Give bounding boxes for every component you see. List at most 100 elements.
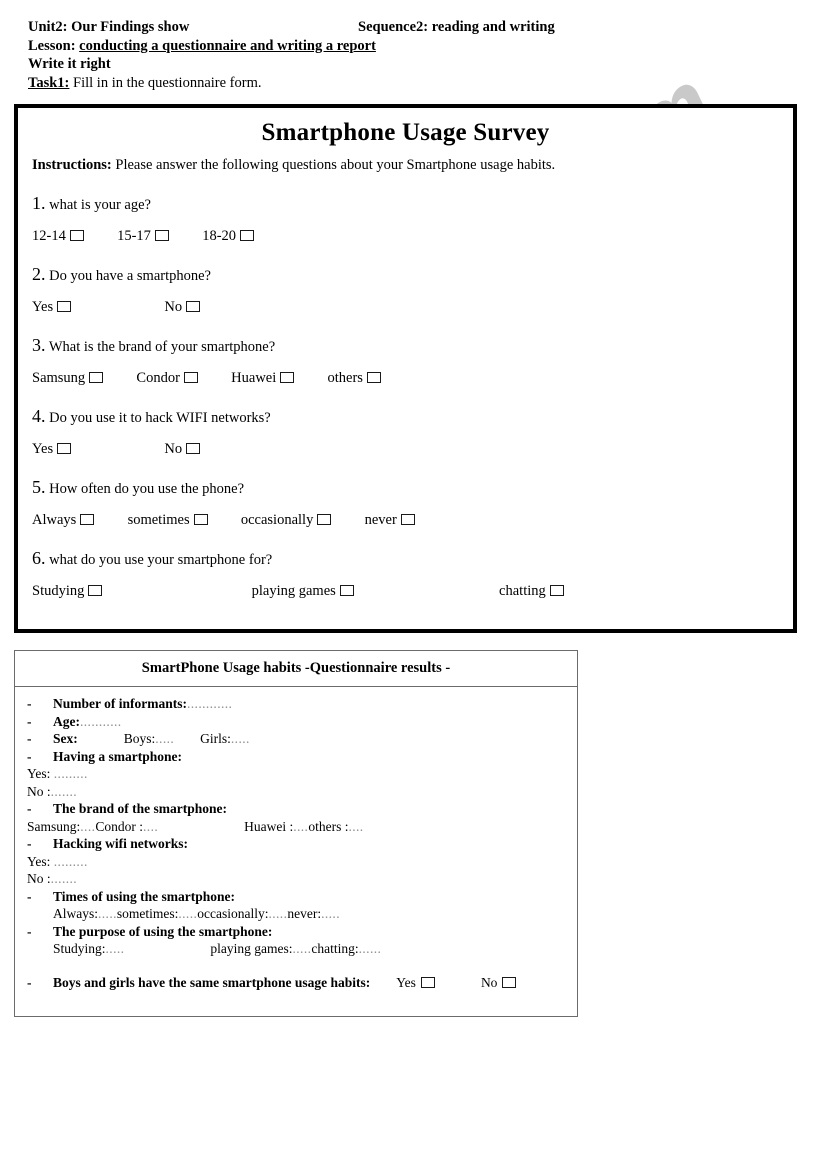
- question-1-label: what is your age?: [49, 197, 151, 213]
- header-row-unit-sequence: Unit2: Our Findings show Sequence2: read…: [28, 18, 788, 37]
- bullet: -: [27, 731, 32, 746]
- question-3: 3. What is the brand of your smartphone?…: [32, 335, 793, 387]
- purpose-chatting-blank[interactable]: ......: [359, 941, 382, 956]
- question-6-number: 6.: [32, 548, 46, 568]
- results-row-purpose-values: Studying:..... playing games:.....chattin…: [27, 940, 577, 958]
- checkbox-samsung[interactable]: [89, 372, 104, 383]
- question-4-options: Yes No: [32, 441, 793, 458]
- results-title: SmartPhone Usage habits -Questionnaire r…: [141, 660, 451, 676]
- checkbox-huawei[interactable]: [280, 372, 295, 383]
- question-5-number: 5.: [32, 477, 46, 497]
- option-q2-no[interactable]: No: [164, 299, 201, 316]
- header-sequence: Sequence2: reading and writing: [358, 19, 555, 35]
- checkbox-q4-no[interactable]: [186, 443, 201, 454]
- question-4-label: Do you use it to hack WIFI networks?: [49, 410, 271, 426]
- survey-instructions: Instructions: Please answer the followin…: [32, 157, 793, 174]
- option-huawei[interactable]: Huawei: [231, 370, 295, 387]
- option-samsung[interactable]: Samsung: [32, 370, 104, 387]
- option-18-20[interactable]: 18-20: [202, 228, 255, 245]
- times-always-label: Always:: [53, 906, 98, 921]
- brand-samsung-blank[interactable]: ....: [80, 819, 95, 834]
- header-row-task: Task1: Fill in in the questionnaire form…: [28, 74, 788, 93]
- having-no-blank[interactable]: .......: [51, 784, 77, 799]
- option-condor[interactable]: Condor: [136, 370, 198, 387]
- having-yes-blank[interactable]: .........: [54, 766, 88, 781]
- checkbox-12-14[interactable]: [69, 230, 84, 241]
- final-no-label: No: [480, 974, 498, 990]
- brand-others-blank[interactable]: ....: [348, 819, 363, 834]
- results-row-hacking: - Hacking wifi networks:: [27, 835, 577, 853]
- bullet: -: [27, 713, 32, 729]
- hacking-label: Hacking wifi networks:: [53, 836, 188, 851]
- checkbox-never[interactable]: [400, 514, 415, 525]
- option-studying[interactable]: Studying: [32, 583, 103, 600]
- option-never[interactable]: never: [365, 512, 415, 529]
- checkbox-always[interactable]: [80, 514, 95, 525]
- header-task-value: Fill in in the questionnaire form.: [73, 74, 262, 91]
- sex-boys-blank[interactable]: .....: [155, 731, 174, 746]
- brand-others-label: others :: [308, 818, 349, 834]
- option-occasionally[interactable]: occasionally: [241, 512, 332, 529]
- brand-condor-blank[interactable]: ....: [143, 819, 158, 834]
- results-row-having-no: No :.......: [27, 783, 577, 801]
- hacking-yes-blank[interactable]: .........: [54, 854, 88, 869]
- checkbox-15-17[interactable]: [154, 230, 169, 241]
- purpose-games-blank[interactable]: .....: [293, 941, 312, 956]
- option-chatting[interactable]: chatting: [499, 583, 564, 600]
- checkbox-condor[interactable]: [183, 372, 198, 383]
- sex-label: Sex:: [53, 731, 78, 746]
- option-others[interactable]: others: [328, 370, 381, 387]
- checkbox-q4-yes[interactable]: [57, 443, 72, 454]
- question-1-options: 12-14 15-17 18-20: [32, 228, 793, 245]
- option-playing-games[interactable]: playing games: [252, 583, 354, 600]
- times-always-blank[interactable]: .....: [98, 906, 117, 921]
- bullet: -: [27, 888, 32, 904]
- checkbox-final-yes[interactable]: [420, 976, 435, 988]
- question-2-number: 2.: [32, 264, 46, 284]
- times-occasionally-blank[interactable]: .....: [268, 906, 287, 921]
- option-sometimes[interactable]: sometimes: [128, 512, 208, 529]
- option-studying-label: Studying: [32, 583, 85, 599]
- option-q4-no[interactable]: No: [164, 441, 201, 458]
- purpose-studying-label: Studying:: [53, 941, 106, 956]
- checkbox-playing-games[interactable]: [339, 585, 354, 596]
- checkbox-18-20[interactable]: [240, 230, 255, 241]
- option-15-17[interactable]: 15-17: [117, 228, 169, 245]
- times-never-blank[interactable]: .....: [321, 906, 340, 921]
- informants-blank[interactable]: ............: [187, 696, 232, 711]
- having-no-label: No :: [27, 783, 51, 799]
- option-q2-yes[interactable]: Yes: [32, 299, 72, 316]
- checkbox-q2-no[interactable]: [186, 301, 201, 312]
- age-blank[interactable]: ...........: [80, 714, 122, 729]
- option-12-14[interactable]: 12-14: [32, 228, 84, 245]
- bullet: -: [27, 748, 32, 764]
- purpose-chatting-label: chatting:: [311, 941, 359, 956]
- bullet: -: [27, 923, 32, 939]
- checkbox-studying[interactable]: [88, 585, 103, 596]
- checkbox-chatting[interactable]: [549, 585, 564, 596]
- option-always[interactable]: Always: [32, 512, 95, 529]
- question-6-text: 6. what do you use your smartphone for?: [32, 548, 793, 569]
- times-sometimes-blank[interactable]: .....: [178, 906, 197, 921]
- checkbox-final-no[interactable]: [502, 976, 517, 988]
- survey-title: Smartphone Usage Survey: [261, 119, 550, 146]
- question-5: 5. How often do you use the phone? Alway…: [32, 477, 793, 529]
- checkbox-sometimes[interactable]: [193, 514, 208, 525]
- header-lesson-value: conducting a questionnaire and writing a…: [79, 37, 376, 54]
- option-never-label: never: [364, 512, 397, 528]
- sex-girls-blank[interactable]: .....: [231, 731, 250, 746]
- purpose-games-label: playing games:: [210, 941, 293, 956]
- question-5-label: How often do you use the phone?: [49, 481, 245, 497]
- purpose-studying-blank[interactable]: .....: [106, 941, 125, 956]
- hacking-no-blank[interactable]: .......: [51, 871, 77, 886]
- checkbox-occasionally[interactable]: [317, 514, 332, 525]
- checkbox-others[interactable]: [366, 372, 381, 383]
- checkbox-q2-yes[interactable]: [57, 301, 72, 312]
- question-5-options: Always sometimes occasionally never: [32, 512, 793, 529]
- header-write-it-right: Write it right: [28, 56, 111, 72]
- results-row-times: - Times of using the smartphone:: [27, 888, 577, 906]
- sex-boys-label: Boys:: [123, 731, 156, 746]
- option-q4-yes[interactable]: Yes: [32, 441, 72, 458]
- brand-huawei-blank[interactable]: ....: [293, 819, 308, 834]
- results-row-hacking-yes: Yes: .........: [27, 853, 577, 871]
